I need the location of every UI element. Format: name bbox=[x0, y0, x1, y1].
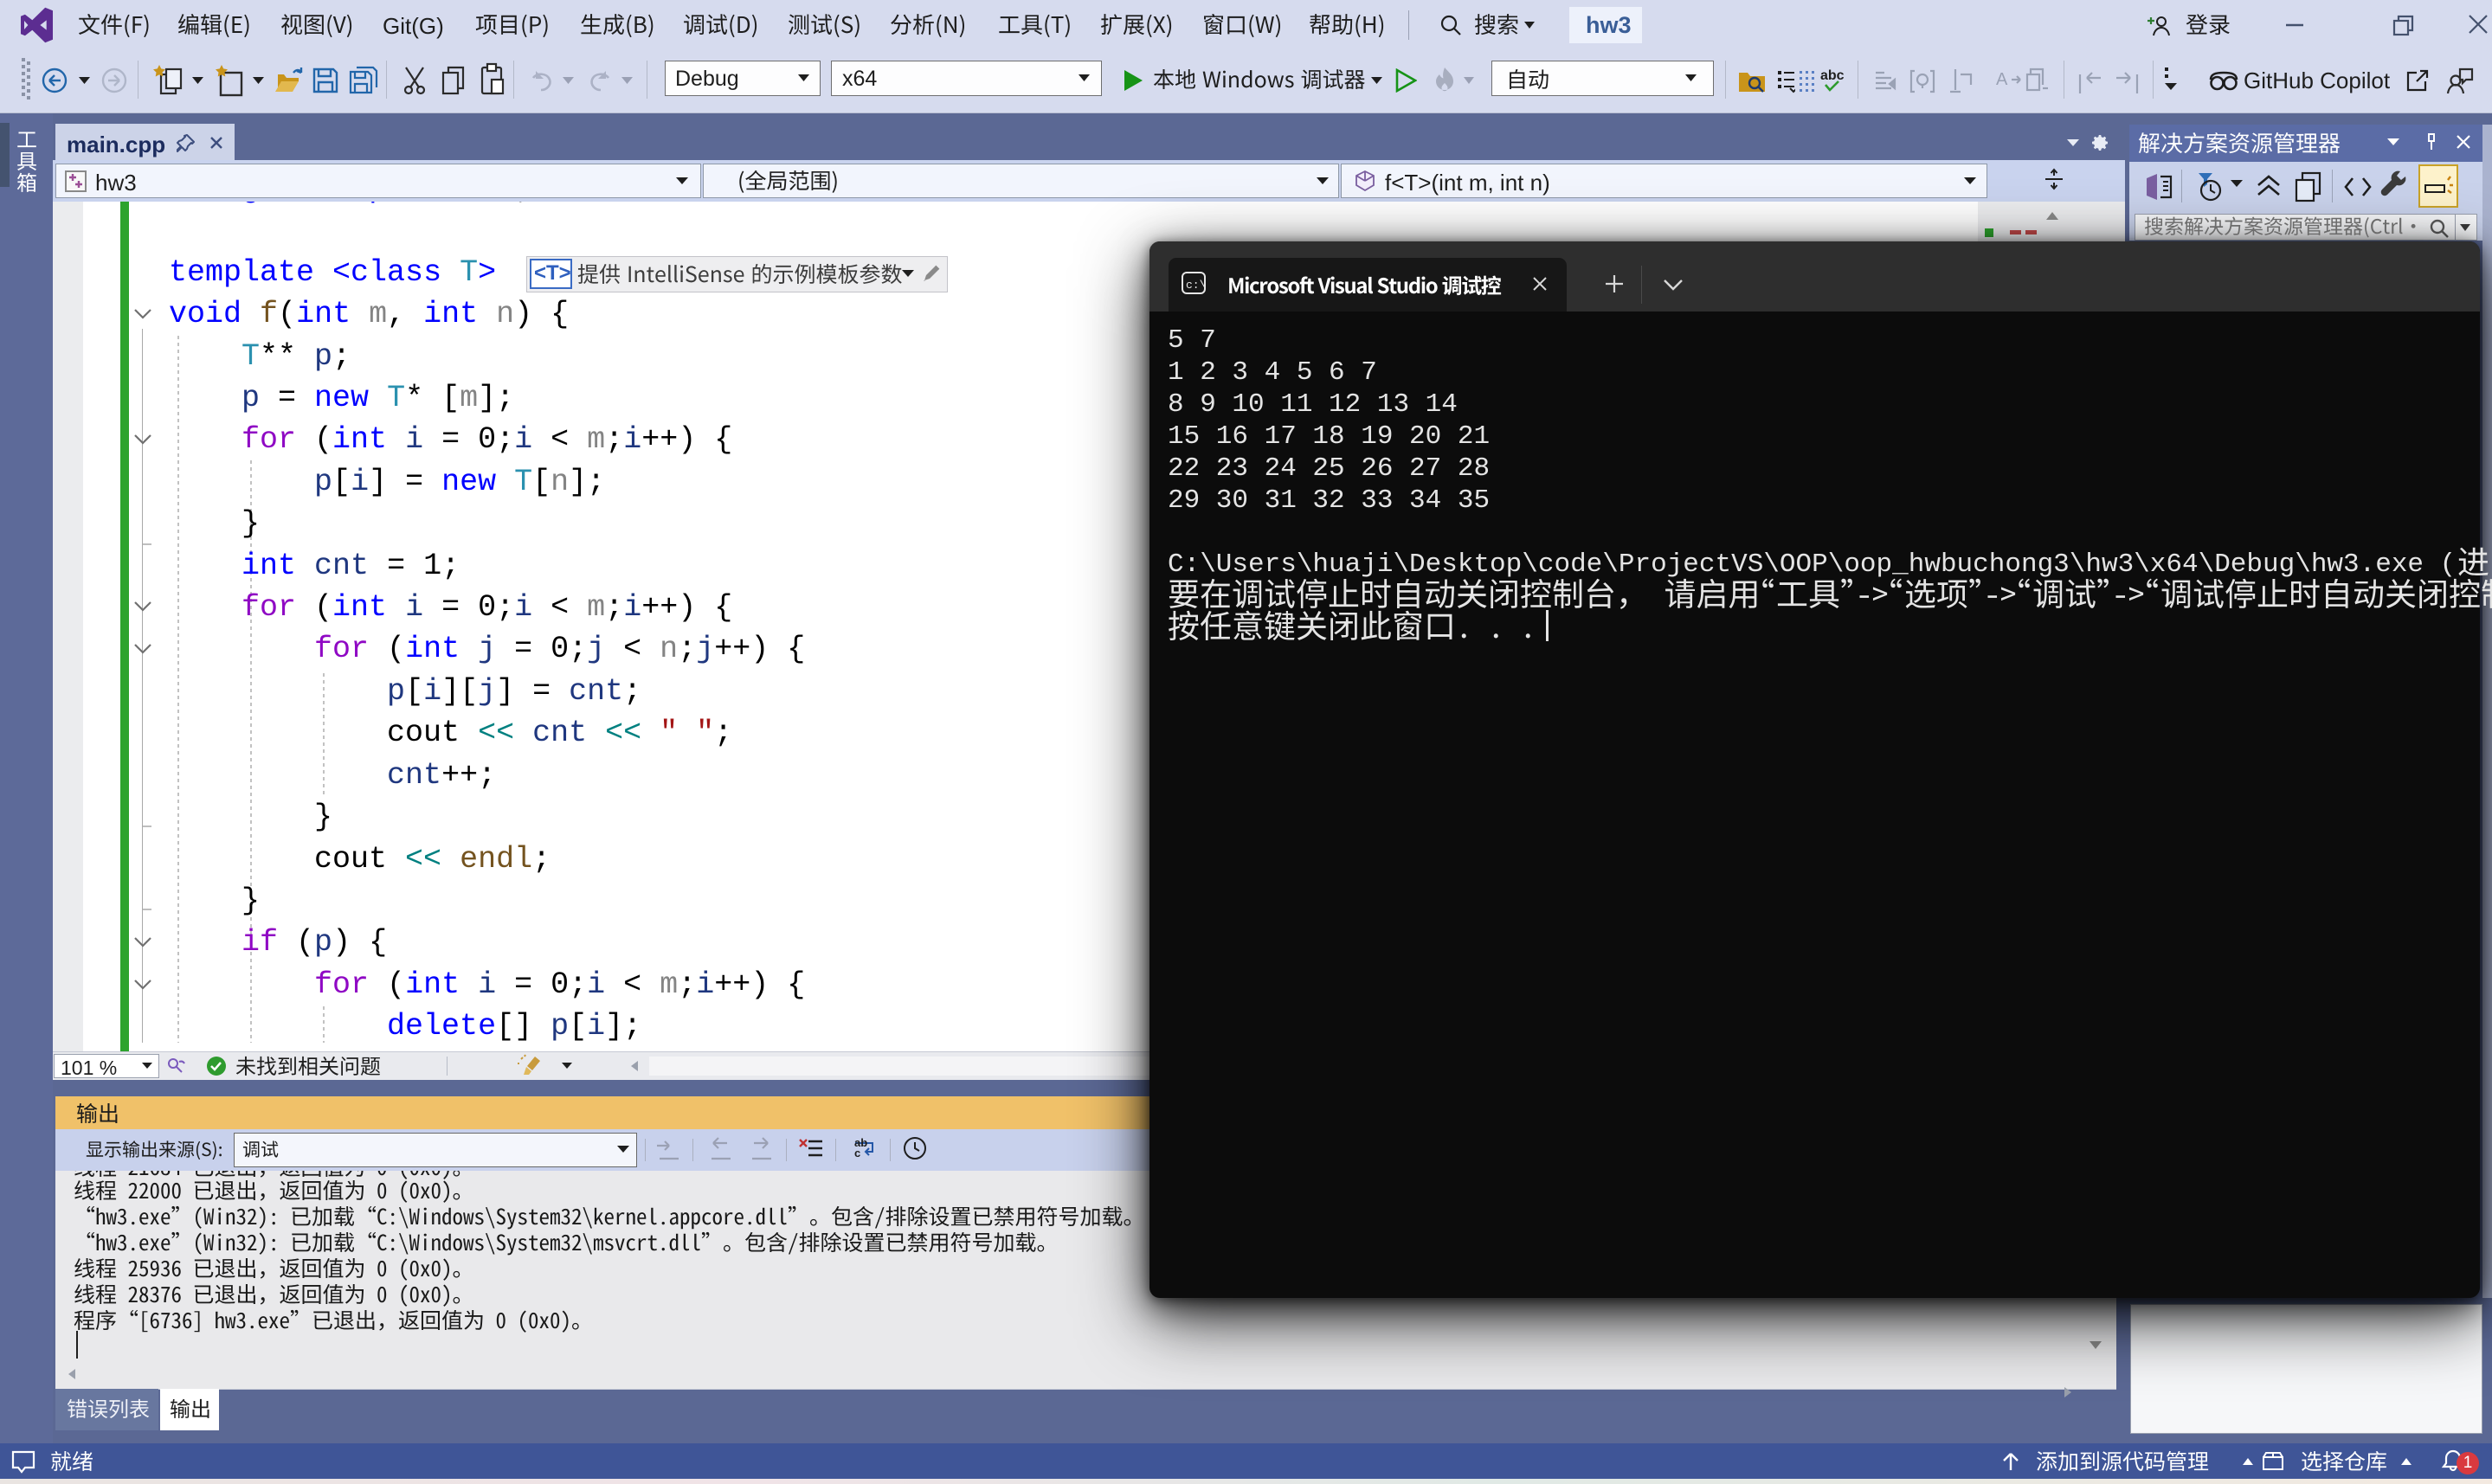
svg-text:A: A bbox=[1996, 70, 2008, 89]
svg-text:c: c bbox=[854, 1147, 860, 1160]
svg-text:abc: abc bbox=[1820, 68, 1845, 83]
svg-text:c:\: c:\ bbox=[1186, 279, 1207, 292]
